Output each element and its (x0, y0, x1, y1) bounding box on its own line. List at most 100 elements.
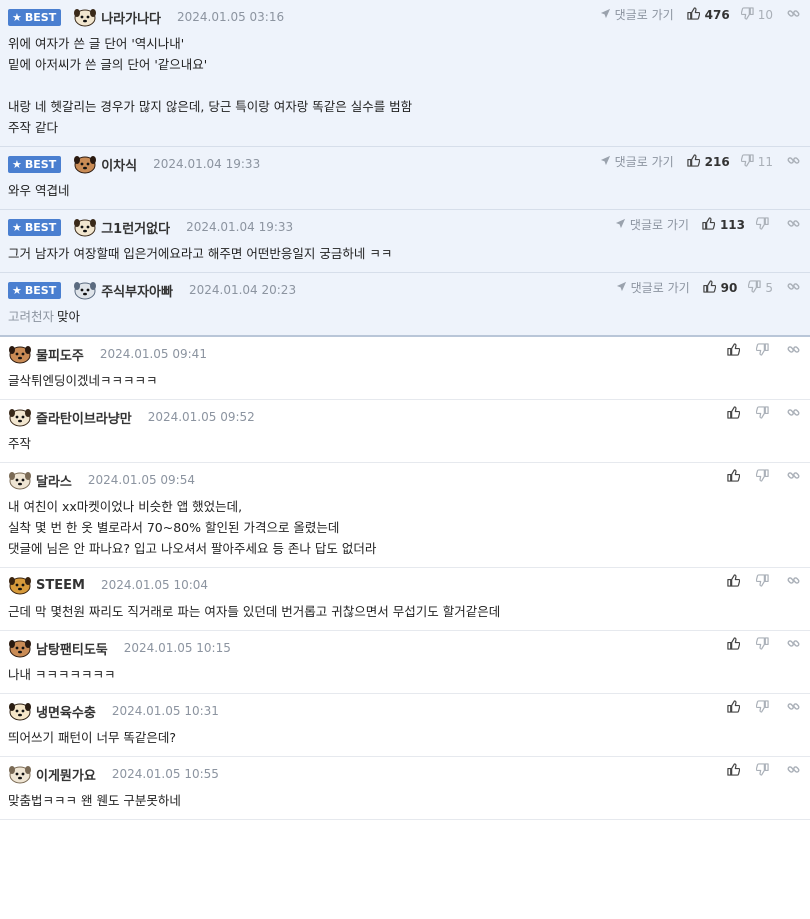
comment-header: 즐라탄이브라냥만 2024.01.05 09:52 (8, 407, 810, 427)
send-arrow-icon (616, 281, 631, 295)
author-nickname[interactable]: 냉면육수충 (36, 702, 96, 721)
dislike-button[interactable] (755, 700, 773, 716)
copy-link-button[interactable] (787, 637, 800, 653)
dislike-button[interactable] (755, 343, 773, 359)
author-nickname[interactable]: 나라가나다 (101, 8, 161, 27)
copy-link-button[interactable] (787, 700, 800, 716)
copy-link-button[interactable] (787, 469, 800, 485)
comment: 냉면육수충 2024.01.05 10:31 띄어쓰기 패턴이 너무 똑같은데? (0, 694, 810, 757)
copy-link-button[interactable] (787, 7, 800, 23)
like-button[interactable] (727, 343, 745, 359)
lion-avatar[interactable] (8, 575, 32, 595)
dog-avatar[interactable] (73, 7, 97, 27)
thumbs-up-icon (727, 406, 745, 422)
light-dog-avatar[interactable] (8, 764, 32, 784)
thumbs-down-icon (755, 406, 773, 422)
dog-avatar[interactable] (8, 407, 32, 427)
like-button[interactable] (727, 469, 745, 485)
comment-text: 나내 ㅋㅋㅋㅋㅋㅋㅋ (8, 667, 116, 682)
comment-header: 물피도주 2024.01.05 09:41 (8, 344, 810, 364)
comment-actions: 댓글로 가기 476 10 (600, 6, 800, 23)
dislike-button[interactable] (755, 469, 773, 485)
thumbs-down-icon (740, 153, 758, 170)
like-count: 216 (704, 154, 730, 169)
brown-dog-avatar[interactable] (73, 154, 97, 174)
author-nickname[interactable]: 그1런거없다 (101, 218, 170, 237)
dislike-button[interactable]: 10 (740, 6, 773, 23)
author-nickname[interactable]: 물피도주 (36, 345, 84, 364)
author-nickname[interactable]: 주식부자아빠 (101, 281, 173, 300)
goto-comment-label: 댓글로 가기 (614, 155, 674, 169)
thumbs-down-icon (755, 574, 773, 590)
dislike-button[interactable]: 5 (748, 279, 773, 296)
goto-comment-link[interactable]: 댓글로 가기 (600, 6, 674, 23)
author-nickname[interactable]: 즐라탄이브라냥만 (36, 408, 132, 427)
goto-comment-link[interactable]: 댓글로 가기 (600, 153, 674, 170)
copy-link-button[interactable] (787, 280, 800, 296)
goto-comment-link[interactable]: 댓글로 가기 (615, 216, 689, 233)
thumbs-up-icon (727, 343, 745, 359)
light-dog-avatar[interactable] (8, 470, 32, 490)
copy-link-button[interactable] (787, 574, 800, 590)
like-button[interactable]: 90 (702, 279, 738, 296)
best-badge: ★ BEST (8, 218, 62, 236)
author-nickname[interactable]: 달라스 (36, 471, 72, 490)
copy-link-button[interactable] (787, 343, 800, 359)
comment-body: 고려천자 맞아 (8, 300, 810, 335)
dislike-button[interactable] (755, 637, 773, 653)
send-arrow-icon (600, 8, 615, 22)
dislike-button[interactable] (755, 574, 773, 590)
mention-nickname[interactable]: 고려천자 (8, 309, 54, 324)
comment-actions: 댓글로 가기 90 5 (616, 279, 800, 296)
author-nickname[interactable]: 이차식 (101, 155, 137, 174)
copy-link-button[interactable] (787, 406, 800, 422)
like-button[interactable]: 476 (686, 6, 730, 23)
best-badge: ★ BEST (8, 8, 62, 26)
dislike-button[interactable] (755, 406, 773, 422)
star-icon: ★ (12, 283, 22, 297)
link-icon (787, 343, 800, 359)
comment: 물피도주 2024.01.05 09:41 글삭튀엔딩이겠네ㅋㅋㅋㅋㅋ (0, 337, 810, 400)
copy-link-button[interactable] (787, 154, 800, 170)
author-nickname[interactable]: STEEM (36, 578, 85, 593)
brown-dog-avatar[interactable] (8, 638, 32, 658)
like-button[interactable] (727, 406, 745, 422)
copy-link-button[interactable] (787, 763, 800, 779)
dislike-button[interactable] (755, 763, 773, 779)
like-button[interactable] (727, 574, 745, 590)
like-count: 90 (720, 280, 738, 295)
author-nickname[interactable]: 이게뭔가요 (36, 765, 96, 784)
thumbs-down-icon (755, 343, 773, 359)
brown-dog-avatar[interactable] (8, 344, 32, 364)
author-nickname[interactable]: 남탕팬티도둑 (36, 639, 108, 658)
like-button[interactable] (727, 700, 745, 716)
thumbs-up-icon (727, 574, 745, 590)
best-label: BEST (24, 283, 57, 297)
thumbs-down-icon (755, 637, 773, 653)
comment-date: 2024.01.05 09:52 (147, 410, 255, 424)
copy-link-button[interactable] (787, 217, 800, 233)
gray-dog-avatar[interactable] (73, 280, 97, 300)
link-icon (787, 574, 800, 590)
goto-comment-link[interactable]: 댓글로 가기 (616, 279, 690, 296)
star-icon: ★ (12, 157, 22, 171)
link-icon (787, 469, 800, 485)
best-badge: ★ BEST (8, 281, 62, 299)
like-button[interactable]: 113 (702, 216, 745, 233)
fox-avatar[interactable] (8, 701, 32, 721)
comment-text: 글삭튀엔딩이겠네ㅋㅋㅋㅋㅋ (8, 373, 158, 388)
star-icon: ★ (12, 220, 22, 234)
comment-text: 와우 역겹네 (8, 183, 70, 198)
like-button[interactable]: 216 (686, 153, 730, 170)
like-button[interactable] (727, 637, 745, 653)
link-icon (787, 763, 800, 779)
comment-date: 2024.01.05 09:54 (87, 473, 195, 487)
dislike-button[interactable]: 11 (740, 153, 773, 170)
like-button[interactable] (727, 763, 745, 779)
dog-avatar[interactable] (73, 217, 97, 237)
best-comment: ★ BEST 나라가나다 2024.01.05 03:16 댓글로 가기 476 10 위에 … (0, 0, 810, 147)
comment-body: 내 여친이 xx마켓이었나 비슷한 앱 했었는데, 실착 몇 번 한 옷 별로라… (8, 490, 810, 567)
dislike-button[interactable] (755, 216, 773, 233)
goto-comment-label: 댓글로 가기 (629, 218, 689, 232)
link-icon (787, 406, 800, 422)
